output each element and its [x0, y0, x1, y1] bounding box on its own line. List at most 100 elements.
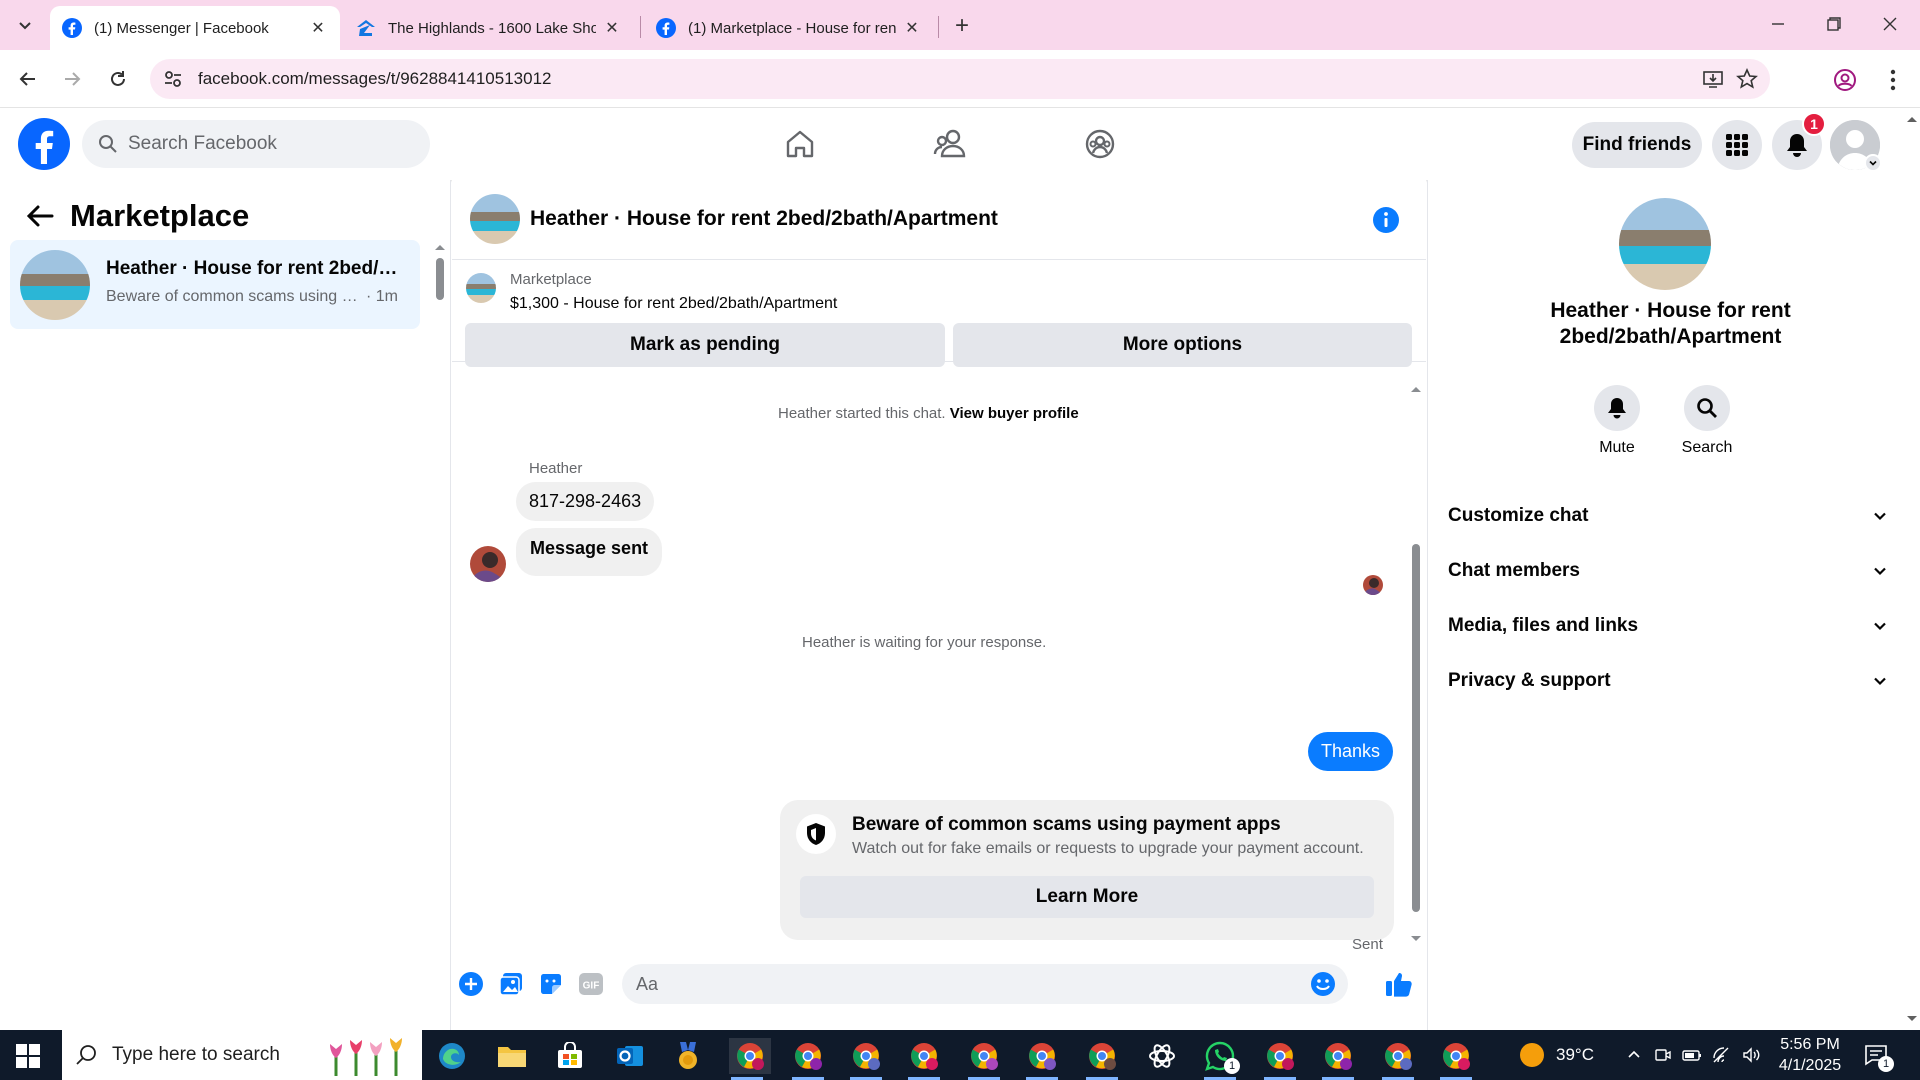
media-files-links-section[interactable]: Media, files and links: [1448, 604, 1888, 648]
learn-more-button[interactable]: Learn More: [800, 876, 1374, 918]
view-buyer-profile-link[interactable]: View buyer profile: [950, 405, 1079, 422]
chat-members-section[interactable]: Chat members: [1448, 549, 1888, 593]
attach-photo-button[interactable]: [496, 969, 526, 999]
chat-scrollbar[interactable]: [1408, 384, 1424, 944]
back-arrow-icon[interactable]: [24, 200, 56, 232]
chat-title[interactable]: Heather · House for rent 2bed/2bath/Apar…: [530, 207, 998, 231]
meet-now-icon[interactable]: [1654, 1046, 1672, 1064]
bell-icon: [1787, 134, 1807, 157]
taskbar-clock[interactable]: 5:56 PM 4/1/2025: [1760, 1034, 1860, 1076]
taskbar-chrome-profile[interactable]: [1438, 1038, 1474, 1080]
chat-avatar[interactable]: [470, 194, 520, 244]
close-icon[interactable]: ✕: [308, 18, 328, 38]
weather-widget[interactable]: 39°C: [1518, 1030, 1594, 1080]
taskbar-chrome-active[interactable]: [729, 1038, 771, 1080]
emoji-icon[interactable]: [1310, 971, 1336, 997]
more-options-button[interactable]: More options: [953, 323, 1412, 367]
taskbar-whatsapp[interactable]: 1: [1202, 1038, 1240, 1080]
groups-nav-button[interactable]: [1078, 122, 1122, 166]
taskbar-chrome-profile[interactable]: [1320, 1038, 1356, 1080]
scam-warning-card: Beware of common scams using payment app…: [780, 800, 1394, 940]
page-scrollbar[interactable]: [1901, 117, 1920, 1030]
profile-icon[interactable]: [1832, 67, 1858, 93]
restore-button[interactable]: [1814, 10, 1854, 38]
privacy-support-section[interactable]: Privacy & support: [1448, 659, 1888, 703]
facebook-search[interactable]: [82, 120, 430, 168]
taskbar-chrome-profile[interactable]: [790, 1038, 826, 1080]
mark-pending-button[interactable]: Mark as pending: [465, 323, 945, 367]
tab-title: (1) Messenger | Facebook: [94, 19, 269, 37]
facebook-logo-icon[interactable]: [18, 118, 70, 170]
taskbar-chatgpt[interactable]: [1144, 1038, 1180, 1074]
taskbar-chrome-profile[interactable]: [906, 1038, 942, 1080]
incoming-message[interactable]: 817-298-2463: [516, 482, 655, 521]
gif-button[interactable]: GIF: [576, 969, 606, 999]
forward-button[interactable]: [58, 65, 86, 93]
taskbar-chrome-profile[interactable]: [1084, 1038, 1120, 1080]
listing-thumbnail: [466, 273, 496, 303]
windows-taskbar: Type here to search 1 39°C 5:56 PM 4/1/2…: [0, 1030, 1920, 1080]
volume-icon[interactable]: [1742, 1046, 1762, 1064]
taskbar-chrome-profile[interactable]: [848, 1038, 884, 1080]
close-icon[interactable]: ✕: [902, 18, 922, 38]
tab-marketplace[interactable]: (1) Marketplace - House for rent ✕: [644, 6, 934, 50]
message-input[interactable]: [636, 973, 1276, 995]
left-scrollbar[interactable]: [433, 242, 447, 302]
close-icon[interactable]: ✕: [602, 18, 622, 38]
taskbar-chrome-profile[interactable]: [1380, 1038, 1416, 1080]
info-icon[interactable]: [1372, 206, 1400, 234]
site-settings-icon[interactable]: [162, 68, 184, 90]
battery-icon[interactable]: [1682, 1046, 1702, 1064]
tab-search-button[interactable]: [10, 12, 40, 38]
incoming-message[interactable]: Message sent: [516, 528, 663, 576]
taskbar-medal-app[interactable]: [670, 1038, 706, 1074]
scrollbar-thumb[interactable]: [436, 258, 444, 300]
taskbar-chrome-profile[interactable]: [1262, 1038, 1298, 1080]
chevron-up-icon[interactable]: [1626, 1047, 1642, 1063]
taskbar-search[interactable]: Type here to search: [62, 1030, 422, 1080]
sticker-button[interactable]: [536, 969, 566, 999]
taskbar-file-explorer[interactable]: [494, 1038, 530, 1074]
search-in-chat-button[interactable]: Search: [1672, 385, 1742, 457]
friends-nav-button[interactable]: [928, 122, 972, 166]
reload-button[interactable]: [104, 65, 132, 93]
tab-messenger[interactable]: (1) Messenger | Facebook ✕: [50, 6, 340, 50]
taskbar-edge[interactable]: [434, 1038, 470, 1074]
taskbar-chrome-profile[interactable]: [966, 1038, 1002, 1080]
search-input[interactable]: [128, 133, 408, 155]
image-icon: [499, 973, 522, 996]
action-center-button[interactable]: 1: [1864, 1030, 1894, 1080]
windows-start-icon[interactable]: [16, 1044, 40, 1068]
tab-highlands[interactable]: The Highlands - 1600 Lake Shore ✕: [344, 6, 634, 50]
outgoing-message[interactable]: Thanks: [1308, 732, 1394, 771]
find-friends-button[interactable]: Find friends: [1572, 122, 1702, 168]
menu-button[interactable]: [1712, 120, 1762, 170]
install-app-icon[interactable]: [1702, 68, 1724, 90]
browser-menu-icon[interactable]: [1880, 67, 1906, 93]
scrollbar-thumb[interactable]: [1412, 544, 1420, 912]
section-label: Chat members: [1448, 560, 1580, 581]
sender-avatar[interactable]: [470, 546, 506, 582]
conversation-item[interactable]: Heather · House for rent 2bed/2bath/Apar…: [10, 240, 420, 329]
conversation-preview: Beware of common scams using payment app…: [106, 288, 398, 306]
send-like-button[interactable]: [1384, 969, 1414, 999]
home-nav-button[interactable]: [778, 122, 822, 166]
minimize-button[interactable]: [1758, 10, 1798, 38]
bookmark-star-icon[interactable]: [1736, 68, 1758, 90]
new-tab-button[interactable]: +: [948, 12, 976, 40]
listing-title[interactable]: $1,300 - House for rent 2bed/2bath/Apart…: [510, 295, 837, 313]
taskbar-store[interactable]: [552, 1038, 588, 1074]
outlook-icon: [617, 1046, 643, 1066]
back-button[interactable]: [14, 65, 42, 93]
close-window-button[interactable]: [1870, 10, 1910, 38]
customize-chat-section[interactable]: Customize chat: [1448, 494, 1888, 538]
address-bar[interactable]: facebook.com/messages/t/9628841410513012: [150, 59, 1770, 99]
mute-button[interactable]: Mute: [1582, 385, 1652, 457]
more-actions-button[interactable]: [456, 969, 486, 999]
message-input-box[interactable]: [622, 964, 1348, 1004]
taskbar-outlook[interactable]: [612, 1038, 648, 1074]
account-chevron[interactable]: [1864, 154, 1882, 172]
bell-icon: [1608, 398, 1626, 419]
taskbar-chrome-profile[interactable]: [1024, 1038, 1060, 1080]
wifi-icon[interactable]: [1712, 1046, 1732, 1064]
